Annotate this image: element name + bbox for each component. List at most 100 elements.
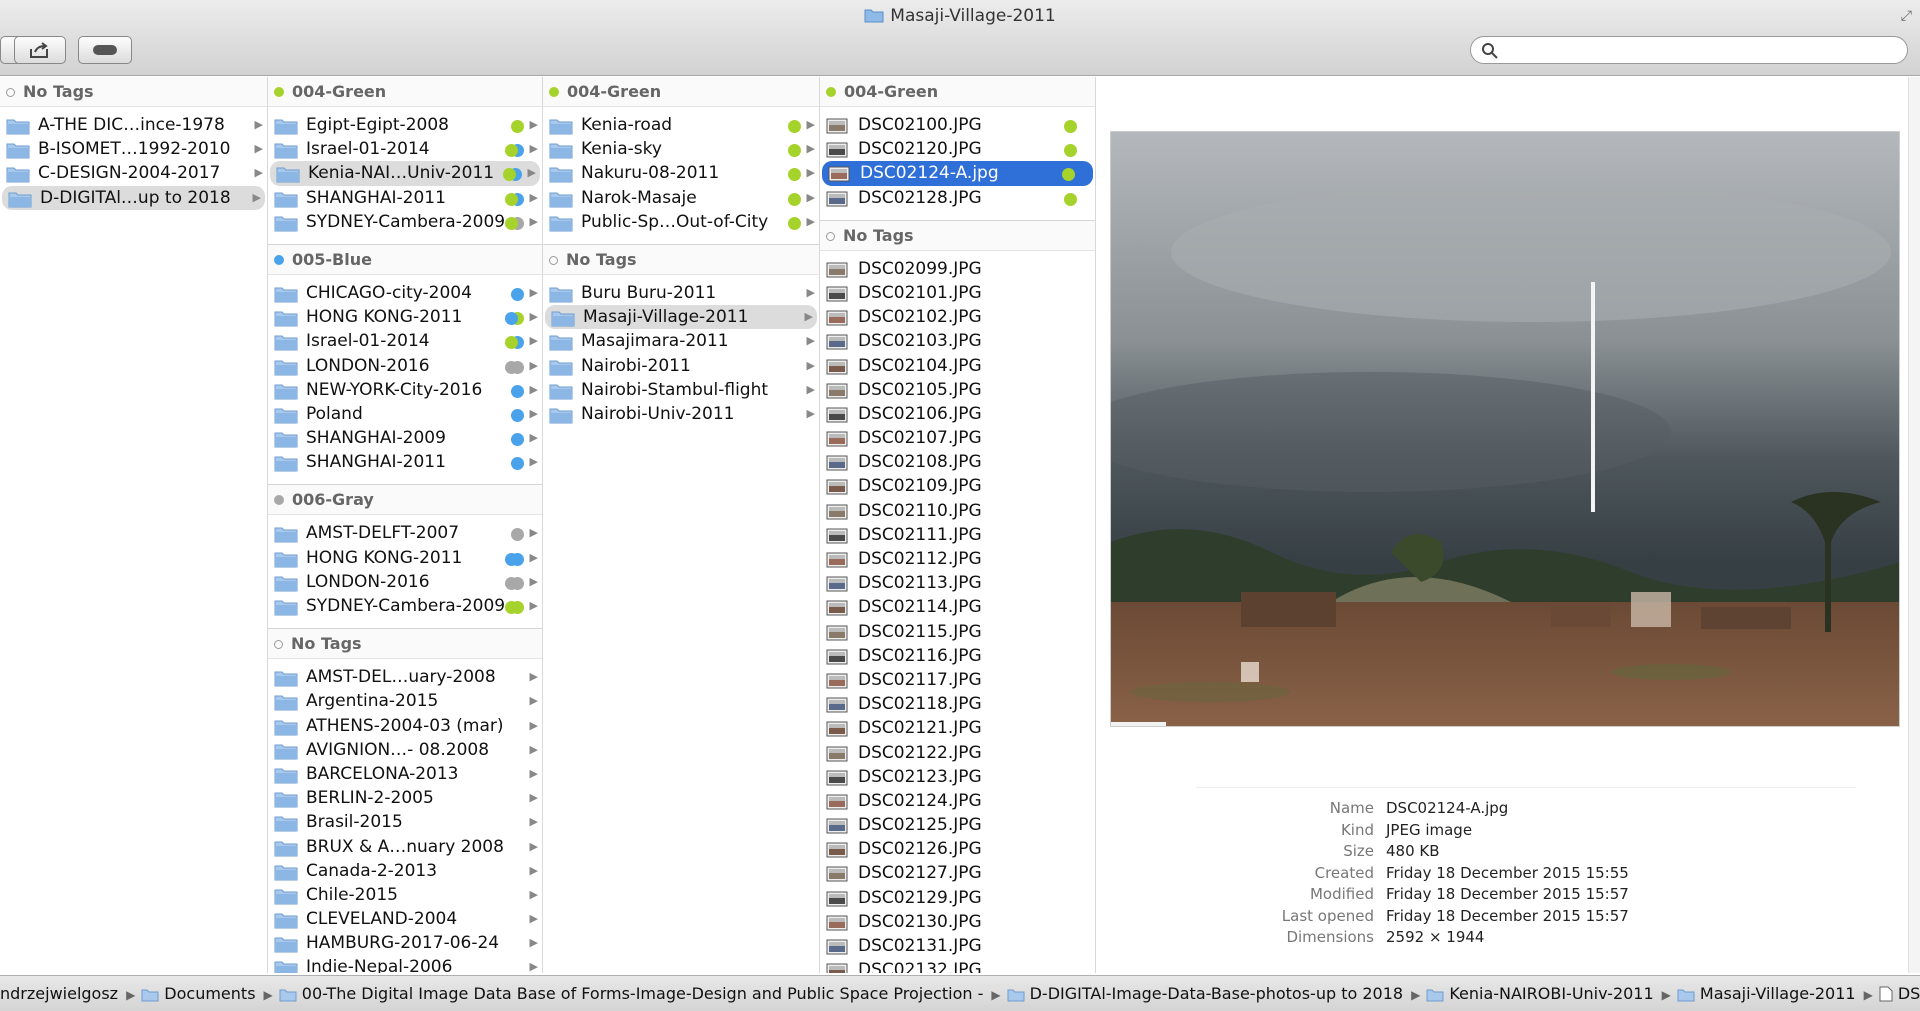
file-row[interactable]: DSC02110.JPG <box>820 499 1095 523</box>
folder-row[interactable]: Poland ▶ <box>268 402 542 426</box>
file-row[interactable]: DSC02124-A.jpg <box>822 161 1093 186</box>
folder-row[interactable]: Narok-Masaje ▶ <box>543 186 819 210</box>
folder-row[interactable]: D-DIGITAl…up to 2018 ▶ <box>2 185 265 210</box>
file-row[interactable]: DSC02130.JPG <box>820 910 1095 934</box>
folder-row[interactable]: Public-Sp…Out-of-City ▶ <box>543 210 819 234</box>
file-row[interactable]: DSC02099.JPG <box>820 257 1095 281</box>
file-row[interactable]: DSC02109.JPG <box>820 474 1095 498</box>
file-row[interactable]: DSC02102.JPG <box>820 305 1095 329</box>
folder-row[interactable]: Masajimara-2011 ▶ <box>543 329 819 353</box>
group-header[interactable]: 006-Gray <box>268 485 542 516</box>
file-row[interactable]: DSC02129.JPG <box>820 886 1095 910</box>
preview-scrollbar[interactable] <box>1908 77 1920 973</box>
file-row[interactable]: DSC02112.JPG <box>820 547 1095 571</box>
folder-row[interactable]: BARCELONA-2013 ▶ <box>268 762 542 786</box>
path-crumb[interactable]: 00-The Digital Image Data Base of Forms-… <box>279 976 983 1011</box>
path-crumb[interactable]: DSC02124-A.jpg <box>1879 976 1920 1011</box>
file-row[interactable]: DSC02118.JPG <box>820 692 1095 716</box>
group-header[interactable]: 004-Green <box>268 77 542 107</box>
folder-row[interactable]: Masaji-Village-2011 ▶ <box>545 305 817 330</box>
file-row[interactable]: DSC02132.JPG <box>820 958 1095 973</box>
folder-row[interactable]: AMST-DELFT-2007 ▶ <box>268 521 542 545</box>
folder-row[interactable]: CLEVELAND-2004 ▶ <box>268 907 542 931</box>
file-row[interactable]: DSC02121.JPG <box>820 716 1095 740</box>
folder-row[interactable]: A-THE DIC…ince-1978 ▶ <box>0 113 267 137</box>
folder-row[interactable]: Nairobi-2011 ▶ <box>543 354 819 378</box>
file-row[interactable]: DSC02114.JPG <box>820 595 1095 619</box>
folder-row[interactable]: Kenia-road ▶ <box>543 113 819 137</box>
folder-row[interactable]: SHANGHAI-2011 ▶ <box>268 186 542 210</box>
folder-row[interactable]: SHANGHAI-2009 ▶ <box>268 426 542 450</box>
group-header[interactable]: 005-Blue <box>268 244 542 275</box>
group-header[interactable]: No Tags <box>543 244 819 275</box>
group-header[interactable]: 004-Green <box>543 77 819 107</box>
folder-row[interactable]: Nairobi-Univ-2011 ▶ <box>543 402 819 426</box>
folder-row[interactable]: Chile-2015 ▶ <box>268 883 542 907</box>
folder-row[interactable]: SHANGHAI-2011 ▶ <box>268 450 542 474</box>
folder-row[interactable]: Nakuru-08-2011 ▶ <box>543 161 819 185</box>
folder-row[interactable]: Kenia-sky ▶ <box>543 137 819 161</box>
folder-row[interactable]: Brasil-2015 ▶ <box>268 810 542 834</box>
file-row[interactable]: DSC02113.JPG <box>820 571 1095 595</box>
folder-row[interactable]: HONG KONG-2011 ▶ <box>268 305 542 329</box>
folder-row[interactable]: Kenia-NAI…Univ-2011 ▶ <box>270 161 540 186</box>
file-row[interactable]: DSC02125.JPG <box>820 813 1095 837</box>
folder-row[interactable]: Israel-01-2014 ▶ <box>268 137 542 161</box>
file-row[interactable]: DSC02127.JPG <box>820 861 1095 885</box>
group-header[interactable]: No Tags <box>268 629 542 660</box>
folder-row[interactable]: SYDNEY-Cambera-2009 ▶ <box>268 594 542 618</box>
file-row[interactable]: DSC02115.JPG <box>820 620 1095 644</box>
file-row[interactable]: DSC02108.JPG <box>820 450 1095 474</box>
search-input[interactable] <box>1503 40 1899 60</box>
folder-row[interactable]: SYDNEY-Cambera-2009 ▶ <box>268 210 542 234</box>
file-row[interactable]: DSC02107.JPG <box>820 426 1095 450</box>
file-row[interactable]: DSC02126.JPG <box>820 837 1095 861</box>
folder-row[interactable]: B-ISOMET…1992-2010 ▶ <box>0 137 267 161</box>
path-crumb[interactable]: D-DIGITAl-Image-Data-Base-photos-up to 2… <box>1007 976 1403 1011</box>
folder-row[interactable]: C-DESIGN-2004-2017 ▶ <box>0 161 267 185</box>
file-row[interactable]: DSC02131.JPG <box>820 934 1095 958</box>
file-row[interactable]: DSC02116.JPG <box>820 644 1095 668</box>
folder-row[interactable]: Israel-01-2014 ▶ <box>268 329 542 353</box>
file-row[interactable]: DSC02124.JPG <box>820 789 1095 813</box>
file-row[interactable]: DSC02123.JPG <box>820 765 1095 789</box>
folder-row[interactable]: AVIGNION…- 08.2008 ▶ <box>268 738 542 762</box>
group-header[interactable]: No Tags <box>820 220 1095 251</box>
file-row[interactable]: DSC02117.JPG <box>820 668 1095 692</box>
folder-row[interactable]: Indie-Nepal-2006 ▶ <box>268 955 542 973</box>
file-row[interactable]: DSC02106.JPG <box>820 402 1095 426</box>
path-crumb[interactable]: Kenia-NAIROBI-Univ-2011 <box>1426 976 1654 1011</box>
folder-row[interactable]: BERLIN-2-2005 ▶ <box>268 786 542 810</box>
tag-button[interactable] <box>78 36 132 64</box>
file-row[interactable]: DSC02100.JPG <box>820 113 1095 137</box>
file-row[interactable]: DSC02101.JPG <box>820 281 1095 305</box>
file-row[interactable]: DSC02120.JPG <box>820 137 1095 161</box>
folder-row[interactable]: CHICAGO-city-2004 ▶ <box>268 281 542 305</box>
file-row[interactable]: DSC02105.JPG <box>820 378 1095 402</box>
folder-row[interactable]: LONDON-2016 ▶ <box>268 570 542 594</box>
folder-row[interactable]: HONG KONG-2011 ▶ <box>268 546 542 570</box>
file-row[interactable]: DSC02103.JPG <box>820 329 1095 353</box>
fullscreen-icon[interactable]: ⤢ <box>1901 8 1912 24</box>
path-crumb[interactable]: ndrzejwielgosz <box>0 976 118 1011</box>
group-header[interactable]: 004-Green <box>820 77 1095 107</box>
folder-row[interactable]: BRUX & A…nuary 2008 ▶ <box>268 835 542 859</box>
path-crumb[interactable]: Masaji-Village-2011 <box>1677 976 1856 1011</box>
search-field[interactable] <box>1470 36 1908 64</box>
share-button[interactable] <box>14 36 66 64</box>
folder-row[interactable]: NEW-YORK-City-2016 ▶ <box>268 378 542 402</box>
file-row[interactable]: DSC02111.JPG <box>820 523 1095 547</box>
path-crumb[interactable]: Documents <box>141 976 256 1011</box>
folder-row[interactable]: Egipt-Egipt-2008 ▶ <box>268 113 542 137</box>
folder-row[interactable]: AMST-DEL…uary-2008 ▶ <box>268 665 542 689</box>
folder-row[interactable]: Nairobi-Stambul-flight ▶ <box>543 378 819 402</box>
file-row[interactable]: DSC02104.JPG <box>820 354 1095 378</box>
folder-row[interactable]: Buru Buru-2011 ▶ <box>543 281 819 305</box>
folder-row[interactable]: HAMBURG-2017-06-24 ▶ <box>268 931 542 955</box>
group-header[interactable]: No Tags <box>0 77 267 107</box>
folder-row[interactable]: LONDON-2016 ▶ <box>268 354 542 378</box>
folder-row[interactable]: Argentina-2015 ▶ <box>268 689 542 713</box>
file-row[interactable]: DSC02128.JPG <box>820 186 1095 210</box>
folder-row[interactable]: ATHENS-2004-03 (mar) ▶ <box>268 714 542 738</box>
file-row[interactable]: DSC02122.JPG <box>820 741 1095 765</box>
